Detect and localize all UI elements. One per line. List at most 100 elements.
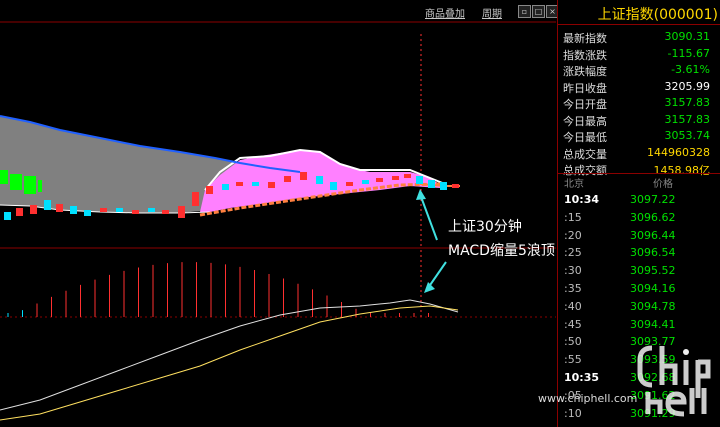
chart-toolbar: 商品叠加 周期 ▫ □ × bbox=[0, 0, 559, 22]
green-block bbox=[0, 170, 8, 184]
tick-row[interactable]: :45 3094.41 bbox=[558, 318, 718, 336]
quote-label: 最新指数 bbox=[563, 32, 607, 45]
quote-label: 今日最高 bbox=[563, 114, 607, 128]
macd-dif-line bbox=[0, 299, 459, 411]
candle bbox=[222, 184, 229, 190]
tick-row[interactable]: :40 3094.78 bbox=[558, 300, 718, 318]
candle bbox=[252, 182, 259, 186]
tick-price: 3096.54 bbox=[630, 246, 676, 260]
candle bbox=[162, 210, 169, 214]
quote-value: 3205.99 bbox=[664, 79, 711, 93]
tick-row[interactable]: :35 3094.16 bbox=[558, 282, 718, 300]
candle bbox=[16, 208, 23, 216]
quote-row: 今日最高 3157.83 bbox=[558, 113, 718, 129]
candle bbox=[428, 180, 435, 188]
quote-label: 涨跌幅度 bbox=[563, 65, 607, 78]
tick-time: :35 bbox=[564, 282, 582, 295]
candle bbox=[44, 200, 51, 210]
tick-row[interactable]: :25 3096.54 bbox=[558, 246, 718, 264]
quote-value: 3090.31 bbox=[664, 30, 711, 43]
quote-label: 昨日收盘 bbox=[563, 81, 607, 95]
kline-chart[interactable] bbox=[0, 0, 556, 427]
window-maximize-button[interactable]: □ bbox=[532, 5, 545, 18]
candle bbox=[392, 176, 399, 180]
tick-price: 3096.62 bbox=[630, 210, 676, 224]
quote-row: 涨跌幅度 -3.61% bbox=[558, 63, 718, 79]
window-restore-button[interactable]: ▫ bbox=[518, 5, 531, 18]
tick-price: 3096.44 bbox=[630, 228, 676, 242]
candle bbox=[206, 186, 213, 194]
quote-value: -115.67 bbox=[667, 46, 710, 60]
candle bbox=[300, 172, 307, 180]
tick-time: :45 bbox=[564, 317, 582, 331]
chiphell-logo bbox=[637, 345, 711, 417]
candle bbox=[70, 206, 77, 214]
candle bbox=[148, 208, 155, 212]
candle bbox=[178, 206, 185, 218]
candle bbox=[268, 182, 275, 188]
tick-row[interactable]: :20 3096.44 bbox=[558, 229, 718, 247]
quote-value: 3157.83 bbox=[664, 112, 711, 126]
candle bbox=[330, 182, 337, 190]
candle bbox=[100, 208, 107, 212]
candle bbox=[362, 180, 369, 184]
macd-histogram bbox=[7, 262, 429, 317]
period-link[interactable]: 周期 bbox=[482, 5, 502, 20]
candle bbox=[132, 210, 139, 214]
candle bbox=[452, 184, 459, 188]
tick-time: :25 bbox=[564, 246, 582, 260]
tick-time: 10:34 bbox=[564, 193, 600, 206]
quote-value: 144960328 bbox=[647, 145, 710, 159]
tick-time: :15 bbox=[564, 210, 582, 224]
quote-label: 总成交量 bbox=[563, 147, 607, 161]
panel-separator bbox=[558, 173, 720, 174]
ticks-header-left: 北京 bbox=[564, 179, 584, 190]
panel-title: 上证指数(000001) bbox=[597, 7, 718, 23]
kline-chart-area[interactable]: 商品叠加 周期 ▫ □ × 上证30分钟 MACD缩量5浪顶 bbox=[0, 0, 559, 427]
arrow-upper-line bbox=[419, 193, 438, 241]
quote-value: 3053.74 bbox=[664, 129, 711, 142]
arrow-lower-head bbox=[424, 282, 435, 293]
candle bbox=[404, 174, 411, 178]
annotation-line-2: MACD缩量5浪顶 bbox=[448, 243, 555, 259]
green-block bbox=[38, 180, 42, 192]
quote-row: 今日开盘 3157.83 bbox=[558, 96, 718, 112]
quote-label: 指数涨跌 bbox=[563, 48, 607, 62]
annotation-text: 上证30分钟 MACD缩量5浪顶 bbox=[448, 215, 555, 263]
tick-price: 3094.41 bbox=[630, 317, 676, 331]
quote-value: -3.61% bbox=[671, 63, 710, 76]
candle bbox=[4, 212, 11, 220]
annotation-line-1: 上证30分钟 bbox=[448, 219, 522, 235]
tick-row[interactable]: :15 3096.62 bbox=[558, 211, 718, 229]
panel-separator bbox=[558, 24, 720, 25]
candle bbox=[192, 192, 199, 206]
overlay-link[interactable]: 商品叠加 bbox=[425, 5, 465, 20]
candle bbox=[416, 176, 423, 184]
quote-row: 昨日收盘 3205.99 bbox=[558, 80, 718, 96]
tick-time: :20 bbox=[564, 228, 582, 242]
tick-price: 3094.78 bbox=[630, 299, 676, 313]
candle bbox=[316, 176, 323, 184]
tick-price: 3095.52 bbox=[630, 264, 676, 278]
quote-label: 今日最低 bbox=[563, 131, 607, 144]
quote-row: 总成交量 144960328 bbox=[558, 146, 718, 162]
quote-value: 3157.83 bbox=[664, 96, 711, 109]
watermark-text: www.chiphell.com bbox=[538, 392, 638, 405]
tick-time: :30 bbox=[564, 264, 582, 278]
candle bbox=[84, 210, 91, 216]
tick-row[interactable]: 10:34 3097.22 bbox=[558, 193, 718, 211]
tick-price: 3097.22 bbox=[630, 193, 676, 206]
green-block bbox=[24, 176, 36, 194]
quote-row: 今日最低 3053.74 bbox=[558, 129, 718, 145]
quote-label: 今日开盘 bbox=[563, 98, 607, 111]
tick-price: 3094.16 bbox=[630, 282, 676, 295]
candle bbox=[346, 182, 353, 186]
candle bbox=[30, 205, 37, 214]
green-block bbox=[10, 174, 22, 190]
ticks-header: 北京 价格 bbox=[558, 175, 718, 190]
arrow-lower-line bbox=[427, 261, 447, 289]
quote-row: 指数涨跌 -115.67 bbox=[558, 47, 718, 63]
candle bbox=[284, 176, 291, 182]
tick-row[interactable]: :30 3095.52 bbox=[558, 264, 718, 282]
candle bbox=[236, 182, 243, 186]
